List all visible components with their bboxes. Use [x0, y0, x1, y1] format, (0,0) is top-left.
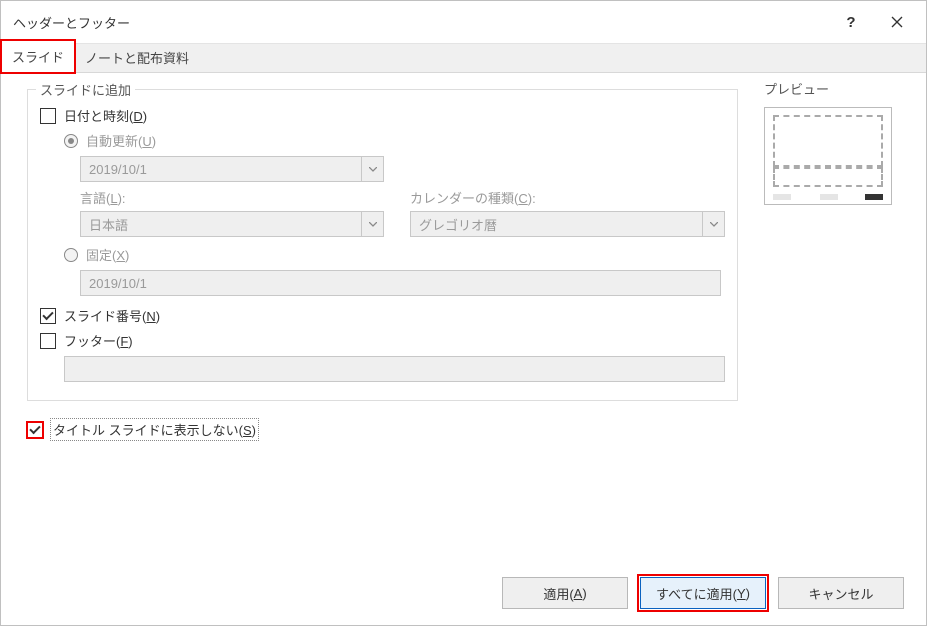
- textfield-footer[interactable]: [64, 356, 725, 382]
- label-language-pre: 言語(: [80, 191, 110, 206]
- label-notitle-pre: タイトル スライドに表示しない(: [53, 423, 243, 438]
- label-auto[interactable]: 自動更新(U): [86, 131, 156, 150]
- date-dropdown-row: 2019/10/1: [80, 156, 725, 182]
- apply-accel: A: [574, 586, 583, 601]
- preview-placeholder-mid: [773, 167, 883, 187]
- group-title: スライドに追加: [36, 80, 135, 99]
- apply-button[interactable]: 適用(A): [502, 577, 628, 609]
- apply-all-pre: すべてに適用(: [656, 584, 737, 603]
- label-fixed-accel: X: [116, 248, 125, 263]
- label-footer[interactable]: フッター(F): [64, 331, 133, 350]
- title-bar: ヘッダーとフッター ?: [1, 1, 926, 43]
- label-calendar-pre: カレンダーの種類(: [410, 191, 518, 206]
- label-slidenum[interactable]: スライド番号(N): [64, 306, 160, 325]
- label-auto-accel: U: [142, 134, 151, 149]
- label-slidenum-post: ): [156, 309, 160, 324]
- window-title: ヘッダーとフッター: [13, 13, 828, 32]
- left-pane: スライドに追加 日付と時刻(D) 自動更新(U) 2019/10/1 言語(L)…: [27, 89, 738, 440]
- radio-fixed[interactable]: [64, 248, 78, 262]
- help-button[interactable]: ?: [828, 4, 874, 40]
- row-footer: フッター(F): [40, 331, 725, 350]
- label-language-accel: L: [110, 191, 117, 206]
- label-fixed-post: ): [125, 248, 129, 263]
- chevron-down-icon: [702, 212, 724, 236]
- close-button[interactable]: [874, 4, 920, 40]
- label-datetime-pre: 日付と時刻(: [64, 109, 133, 124]
- group-add-to-slide: スライドに追加 日付と時刻(D) 自動更新(U) 2019/10/1 言語(L)…: [27, 89, 738, 401]
- label-datetime-accel: D: [133, 109, 142, 124]
- preview-placeholder-date: [773, 194, 791, 200]
- label-notitle-accel: S: [243, 423, 252, 438]
- label-calendar: カレンダーの種類(C):: [410, 188, 725, 207]
- right-pane: プレビュー: [764, 89, 904, 440]
- checkbox-footer[interactable]: [40, 333, 56, 349]
- label-calendar-post: ):: [528, 191, 536, 206]
- label-language: 言語(L):: [80, 188, 384, 207]
- label-footer-post: ): [128, 334, 132, 349]
- label-auto-pre: 自動更新(: [86, 134, 142, 149]
- apply-all-button[interactable]: すべてに適用(Y): [640, 577, 766, 609]
- apply-all-accel: Y: [737, 586, 746, 601]
- row-auto: 自動更新(U): [64, 131, 725, 150]
- radio-auto[interactable]: [64, 134, 78, 148]
- button-row: 適用(A) すべてに適用(Y) キャンセル: [502, 577, 904, 609]
- row-datetime: 日付と時刻(D): [40, 106, 725, 125]
- textfield-fixed-date[interactable]: 2019/10/1: [80, 270, 721, 296]
- col-language: 言語(L): 日本語: [80, 188, 384, 237]
- row-notitle: タイトル スライドに表示しない(S): [27, 419, 738, 440]
- apply-pre: 適用(: [543, 584, 573, 603]
- checkbox-datetime[interactable]: [40, 108, 56, 124]
- label-datetime-post: ): [143, 109, 147, 124]
- label-notitle-post: ): [252, 423, 256, 438]
- label-calendar-accel: C: [518, 191, 527, 206]
- lang-calendar-row: 言語(L): 日本語 カレンダーの種類(C): グレゴリオ暦: [80, 188, 725, 237]
- row-slidenum: スライド番号(N): [40, 306, 725, 325]
- content-area: スライドに追加 日付と時刻(D) 自動更新(U) 2019/10/1 言語(L)…: [1, 73, 926, 450]
- label-auto-post: ): [152, 134, 156, 149]
- preview-slide: [764, 107, 892, 205]
- preview-title: プレビュー: [764, 79, 833, 98]
- tab-slide[interactable]: スライド: [1, 40, 75, 73]
- label-datetime[interactable]: 日付と時刻(D): [64, 106, 147, 125]
- label-footer-pre: フッター(: [64, 334, 120, 349]
- label-notitle[interactable]: タイトル スライドに表示しない(S): [51, 419, 258, 440]
- col-calendar: カレンダーの種類(C): グレゴリオ暦: [410, 188, 725, 237]
- apply-post: ): [582, 586, 586, 601]
- preview-placeholder-footer: [820, 194, 838, 200]
- group-preview: プレビュー: [764, 89, 904, 205]
- row-fixed: 固定(X): [64, 245, 725, 264]
- dropdown-calendar-value: グレゴリオ暦: [411, 215, 702, 234]
- dropdown-language-value: 日本語: [81, 215, 361, 234]
- preview-placeholder-slidenum: [865, 194, 883, 200]
- tab-bar: スライド ノートと配布資料: [1, 43, 926, 73]
- chevron-down-icon: [361, 157, 383, 181]
- label-language-post: ):: [118, 191, 126, 206]
- chevron-down-icon: [361, 212, 383, 236]
- label-slidenum-accel: N: [146, 309, 155, 324]
- label-fixed[interactable]: 固定(X): [86, 245, 129, 264]
- dropdown-date-value: 2019/10/1: [81, 162, 361, 177]
- tab-notes[interactable]: ノートと配布資料: [75, 42, 199, 73]
- dropdown-language[interactable]: 日本語: [80, 211, 384, 237]
- label-slidenum-pre: スライド番号(: [64, 309, 146, 324]
- cancel-button[interactable]: キャンセル: [778, 577, 904, 609]
- apply-all-post: ): [746, 586, 750, 601]
- label-fixed-pre: 固定(: [86, 248, 116, 263]
- checkbox-slidenum[interactable]: [40, 308, 56, 324]
- dropdown-date[interactable]: 2019/10/1: [80, 156, 384, 182]
- dropdown-calendar[interactable]: グレゴリオ暦: [410, 211, 725, 237]
- preview-placeholder-top: [773, 115, 883, 167]
- checkbox-notitle[interactable]: [27, 422, 43, 438]
